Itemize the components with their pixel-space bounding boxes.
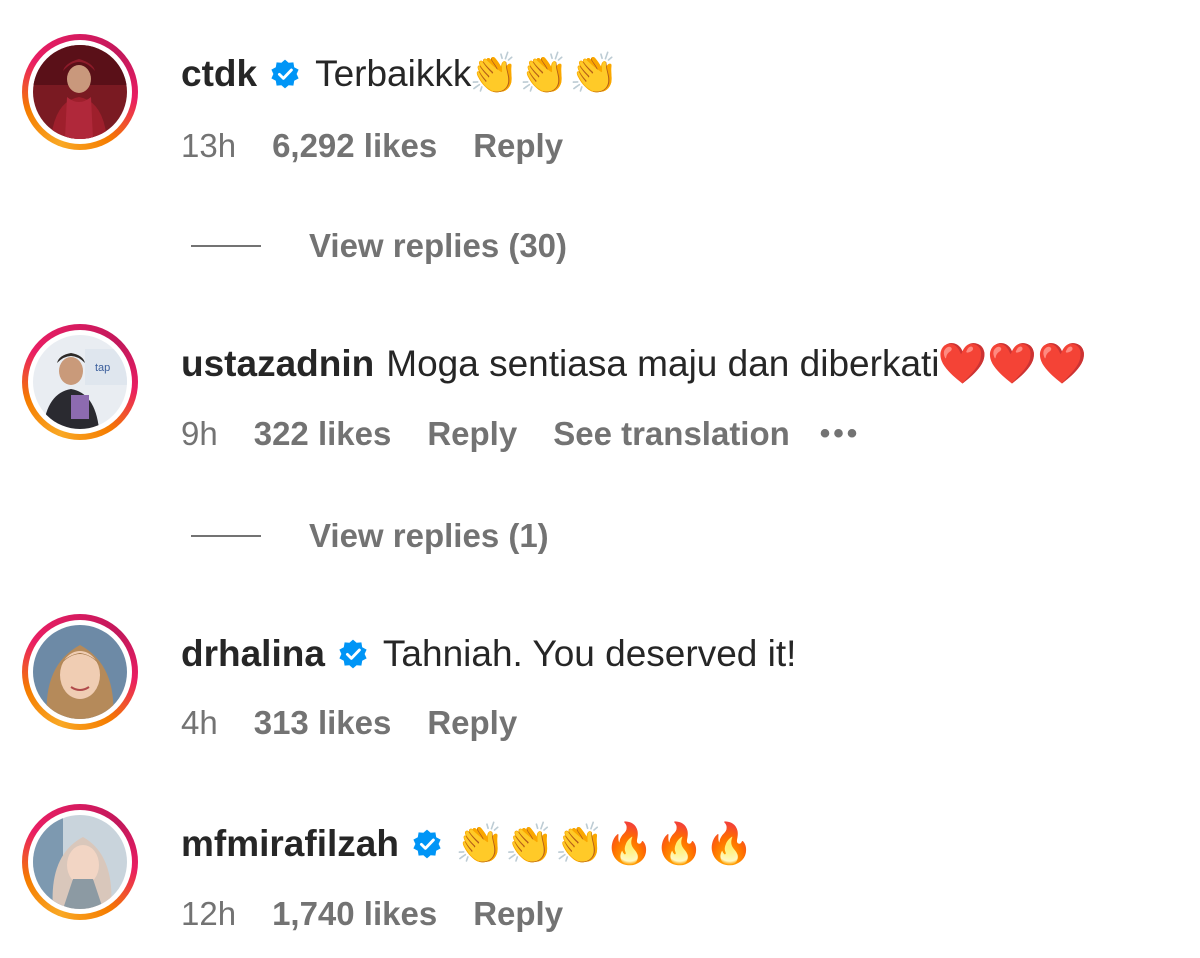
username[interactable]: ctdk — [181, 52, 257, 96]
view-replies-button[interactable]: View replies (1) — [191, 516, 549, 556]
likes-count[interactable]: 1,740 likes — [272, 894, 437, 934]
comment-text: Moga sentiasa maju dan diberkati — [386, 343, 940, 384]
replies-divider — [191, 245, 261, 247]
more-options-icon[interactable]: ••• — [820, 414, 861, 454]
comment-time[interactable]: 9h — [181, 414, 218, 454]
avatar-drhalina[interactable] — [22, 614, 138, 730]
comment-time[interactable]: 12h — [181, 894, 236, 934]
username[interactable]: ustazadnin — [181, 342, 374, 386]
comment-text: Terbaikkk — [315, 53, 472, 94]
view-replies-label: View replies (1) — [309, 517, 549, 554]
reply-button[interactable]: Reply — [427, 414, 517, 454]
svg-text:tap: tap — [95, 362, 110, 374]
view-replies-label: View replies (30) — [309, 227, 568, 264]
avatar-ustazadnin[interactable]: tap — [22, 324, 138, 440]
avatar-mfmirafilzah[interactable] — [22, 804, 138, 920]
verified-badge-icon — [339, 639, 367, 669]
comment-time[interactable]: 4h — [181, 703, 218, 743]
comment-time[interactable]: 13h — [181, 126, 236, 166]
avatar-ctdk[interactable] — [22, 34, 138, 150]
comment-emoji: 👏👏👏 — [469, 52, 619, 96]
replies-divider — [191, 535, 261, 537]
likes-count[interactable]: 6,292 likes — [272, 126, 437, 166]
comment-emoji: 👏👏👏🔥🔥🔥 — [454, 822, 754, 866]
likes-count[interactable]: 322 likes — [254, 414, 392, 454]
reply-button[interactable]: Reply — [473, 126, 563, 166]
comment-emoji: ❤️❤️❤️ — [937, 342, 1087, 386]
username[interactable]: mfmirafilzah — [181, 822, 399, 866]
likes-count[interactable]: 313 likes — [254, 703, 392, 743]
reply-button[interactable]: Reply — [427, 703, 517, 743]
view-replies-button[interactable]: View replies (30) — [191, 226, 567, 266]
username[interactable]: drhalina — [181, 632, 325, 676]
verified-badge-icon — [271, 59, 299, 89]
verified-badge-icon — [413, 829, 441, 859]
see-translation-button[interactable]: See translation — [553, 414, 790, 454]
reply-button[interactable]: Reply — [473, 894, 563, 934]
comment-text: Tahniah. You deserved it! — [382, 633, 797, 674]
